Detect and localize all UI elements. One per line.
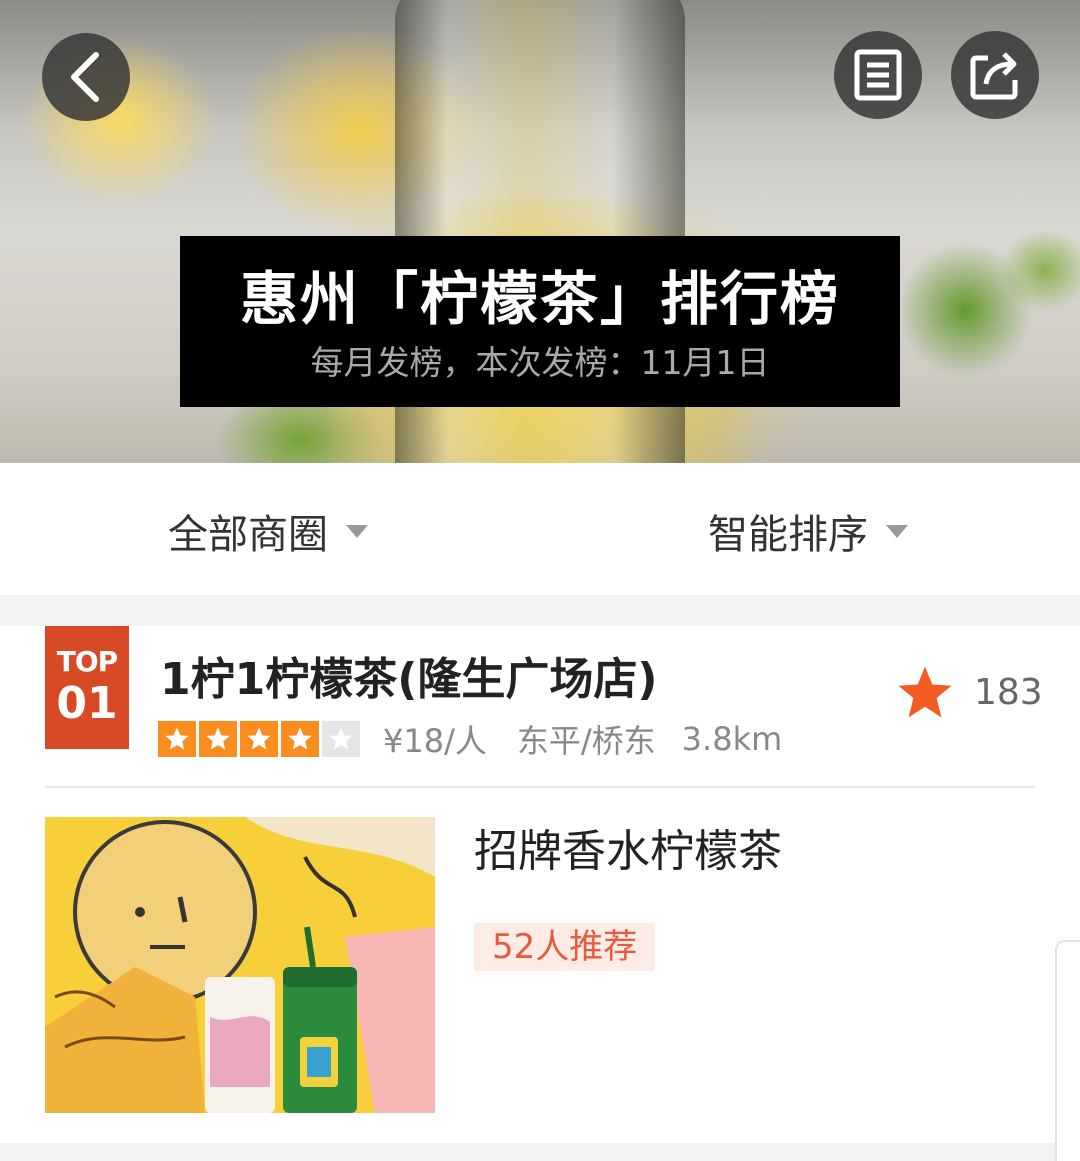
rank-badge: TOP 01 <box>45 626 129 749</box>
area-filter-label: 全部商圈 <box>168 512 328 558</box>
shop-name[interactable]: 1柠1柠檬茶(隆生广场店) <box>160 652 657 708</box>
dish-name[interactable]: 招牌香水柠檬茶 <box>474 824 782 880</box>
star-empty-icon <box>322 721 360 757</box>
favorite-button[interactable]: 183 <box>896 664 1043 720</box>
favorite-count: 183 <box>974 671 1043 713</box>
recommend-badge: 52人推荐 <box>474 923 656 971</box>
back-button[interactable] <box>42 33 130 121</box>
rating-stars <box>158 721 363 757</box>
district: 东平/桥东 <box>516 722 656 760</box>
distance: 3.8km <box>681 720 783 758</box>
divider <box>45 786 1035 788</box>
caret-down-icon <box>346 524 368 538</box>
document-list-icon <box>854 49 902 101</box>
page-title: 惠州「柠檬茶」排行榜 <box>239 265 840 333</box>
chevron-left-icon <box>71 52 99 102</box>
dish-illustration <box>45 817 435 1113</box>
side-panel-edge <box>1055 940 1080 1161</box>
price-per-person: ¥18/人 <box>383 722 487 760</box>
caret-down-icon <box>886 524 908 538</box>
sort-filter-label: 智能排序 <box>708 512 868 558</box>
ranking-title-box: 惠州「柠檬茶」排行榜 每月发榜，本次发榜：11月1日 <box>180 236 900 407</box>
star-icon <box>199 721 237 757</box>
share-icon <box>970 52 1018 100</box>
star-icon <box>281 721 319 757</box>
hero-banner: 惠州「柠檬茶」排行榜 每月发榜，本次发榜：11月1日 <box>0 0 1080 463</box>
star-icon <box>158 721 196 757</box>
rank-number: 01 <box>56 678 118 729</box>
dish-photo[interactable] <box>45 817 435 1113</box>
page-subtitle: 每月发榜，本次发榜：11月1日 <box>310 343 770 382</box>
rank-label: TOP <box>56 645 118 678</box>
sort-filter-dropdown[interactable]: 智能排序 <box>708 507 908 558</box>
shop-meta: ¥18/人 东平/桥东 3.8km <box>158 720 783 760</box>
area-filter-dropdown[interactable]: 全部商圈 <box>168 507 368 558</box>
star-icon <box>898 666 952 718</box>
filter-bar: 全部商圈 智能排序 <box>0 463 1080 595</box>
share-button[interactable] <box>951 31 1039 119</box>
star-icon <box>240 721 278 757</box>
list-item[interactable]: TOP 01 1柠1柠檬茶(隆生广场店) ¥18/人 东平/桥东 3.8km 1… <box>0 626 1080 1143</box>
notes-button[interactable] <box>834 31 922 119</box>
